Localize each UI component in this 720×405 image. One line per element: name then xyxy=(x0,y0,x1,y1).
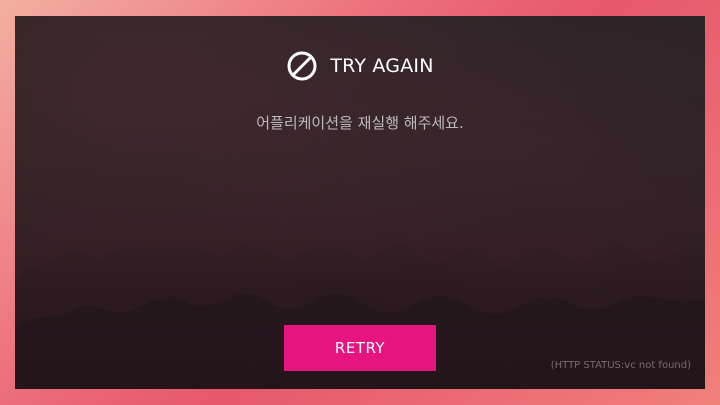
http-status-text: (HTTP STATUS:vc not found) xyxy=(550,360,691,371)
retry-button[interactable]: RETRY xyxy=(284,325,436,371)
title-row: TRY AGAIN xyxy=(15,50,705,82)
error-message: 어플리케이션을 재실행 해주세요. xyxy=(256,114,464,132)
dialog-title: TRY AGAIN xyxy=(330,55,434,77)
prohibited-icon xyxy=(287,51,317,81)
error-dialog: TRY AGAIN 어플리케이션을 재실행 해주세요. RETRY (HTTP … xyxy=(15,16,705,389)
